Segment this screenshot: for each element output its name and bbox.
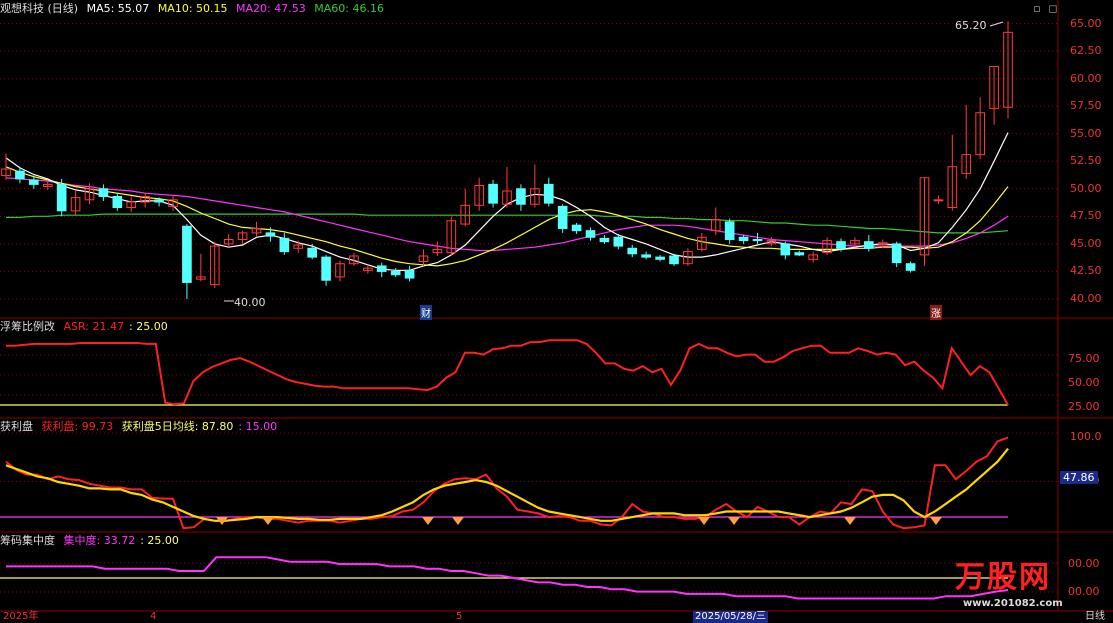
candle-body: [738, 236, 749, 242]
candle-body: [543, 183, 554, 204]
price-axis-label: 57.50: [1070, 99, 1102, 113]
date-axis: 2025年 4 5 2025/05/28/三 日线: [0, 611, 1113, 623]
high-arrow: [989, 21, 1004, 27]
candle-body: [154, 199, 164, 203]
candle-body: [794, 252, 805, 256]
candle-body: [641, 254, 651, 258]
period-label[interactable]: 日线: [1085, 611, 1105, 623]
candle-body: [655, 256, 665, 260]
ma60-line: [6, 213, 1009, 234]
candle-body: [836, 241, 846, 249]
price-axis-label: 42.50: [1070, 264, 1102, 278]
diamond-signal-icon: [698, 517, 710, 525]
main-chart-header: 观想科技 (日线) MA5: 55.07 MA10: 50.15 MA20: 4…: [0, 1, 389, 17]
low-price-annotation: 40.00: [234, 296, 266, 309]
price-axis-label: 60.00: [1070, 71, 1102, 85]
price-axis-label: 62.50: [1070, 44, 1102, 58]
profit-ma-label: 获利盘5日均线: 87.80: [121, 420, 234, 433]
candle-body: [390, 270, 401, 276]
candle-body: [307, 247, 317, 258]
stock-name[interactable]: 观想科技 (日线): [0, 2, 78, 15]
price-axis-label: 55.00: [1070, 126, 1102, 140]
current-value-box: 47.86: [1060, 471, 1098, 484]
panel1-value: : 25.00: [129, 320, 168, 333]
panel2-title[interactable]: 获利盘: [0, 420, 33, 433]
panel3-axis-top: 00.00: [1068, 557, 1100, 570]
panel3-axis-bottom: 00.00: [1068, 585, 1100, 598]
candle-body: [571, 224, 582, 232]
panel2-axis-100: 100.0: [1070, 430, 1102, 443]
candle-body: [905, 263, 916, 271]
price-axis-label: 47.50: [1070, 209, 1102, 223]
panel3-value: : 25.00: [140, 534, 179, 547]
panel1-header: 浮筹比例改 ASR: 21.47 : 25.00: [0, 319, 173, 335]
panel1-axis-50: 50.00: [1068, 376, 1100, 389]
candle-body: [376, 265, 387, 272]
diamond-signal-icon: [262, 517, 274, 525]
candle-body: [627, 247, 638, 255]
panel2-header: 获利盘 获利盘: 99.73 获利盘5日均线: 87.80 : 15.00: [0, 419, 282, 435]
price-axis-label: 40.00: [1070, 291, 1102, 305]
date-cursor[interactable]: 2025/05/28/三: [693, 611, 769, 623]
candle-body: [182, 225, 192, 283]
candle-body: [279, 237, 290, 253]
candle-body: [15, 170, 25, 180]
candle-body: [864, 241, 874, 249]
candle-body: [112, 196, 123, 209]
event-marker-cai[interactable]: 财: [420, 305, 432, 320]
candle-body: [516, 188, 526, 205]
diamond-signal-icon: [844, 517, 856, 525]
candle-body: [585, 230, 596, 238]
date-year: 2025年: [3, 611, 39, 622]
ma20-label: MA20: 47.53: [236, 2, 306, 15]
candle-body: [265, 232, 276, 237]
watermark-url: www.201082.com: [963, 598, 1063, 609]
diamond-signal-icon: [452, 517, 464, 525]
profit-line: [5, 436, 1009, 530]
candle-body: [724, 221, 735, 240]
panel1-axis-25: 25.00: [1068, 400, 1100, 413]
candle-body: [98, 188, 109, 198]
price-axis-label: 65.00: [1070, 16, 1102, 30]
panel2-value: : 15.00: [238, 420, 278, 433]
candle-body: [488, 183, 498, 204]
candle-body: [599, 237, 610, 243]
profit-label: 获利盘: 99.73: [41, 420, 114, 433]
ma10-label: MA10: 50.15: [157, 2, 228, 15]
close-icon[interactable]: ◻: [1047, 3, 1059, 15]
panel3-title[interactable]: 筹码集中度: [0, 534, 55, 547]
high-price-annotation: 65.20: [955, 19, 987, 32]
panel1-title[interactable]: 浮筹比例改: [0, 320, 55, 333]
profit-ma-line: [5, 448, 1009, 522]
diamond-signal-icon: [728, 517, 740, 525]
ma60-label: MA60: 46.16: [314, 2, 384, 15]
diamond-signal-icon: [422, 517, 434, 525]
event-marker-zhang[interactable]: 涨: [930, 305, 942, 320]
candle-body: [29, 179, 39, 185]
ma5-label: MA5: 55.07: [86, 2, 150, 15]
candle-body: [404, 269, 415, 279]
candle-body: [613, 236, 624, 247]
minimize-icon[interactable]: ▫: [1031, 3, 1043, 15]
candle-body: [557, 205, 568, 229]
candle-body: [56, 183, 67, 212]
diamond-signal-icon: [930, 517, 942, 525]
price-axis-label: 45.00: [1070, 236, 1102, 250]
price-axis-label: 50.00: [1070, 181, 1102, 195]
watermark-brand: 万股网: [955, 560, 1051, 595]
asr-label: ASR: 21.47: [63, 320, 125, 333]
concentration-label: 集中度: 33.72: [63, 534, 136, 547]
stock-chart-canvas[interactable]: [0, 0, 1113, 623]
candle-body: [752, 238, 763, 242]
candle-body: [891, 243, 902, 264]
candle-body: [780, 243, 791, 256]
candle-body: [321, 256, 331, 281]
date-month-4: 4: [150, 611, 157, 622]
candle-body: [933, 199, 944, 202]
price-axis-label: 52.50: [1070, 154, 1102, 168]
candle-body: [669, 255, 679, 265]
date-month-5: 5: [456, 611, 463, 622]
panel1-axis-75: 75.00: [1068, 352, 1100, 365]
panel3-header: 筹码集中度 集中度: 33.72 : 25.00: [0, 533, 184, 549]
